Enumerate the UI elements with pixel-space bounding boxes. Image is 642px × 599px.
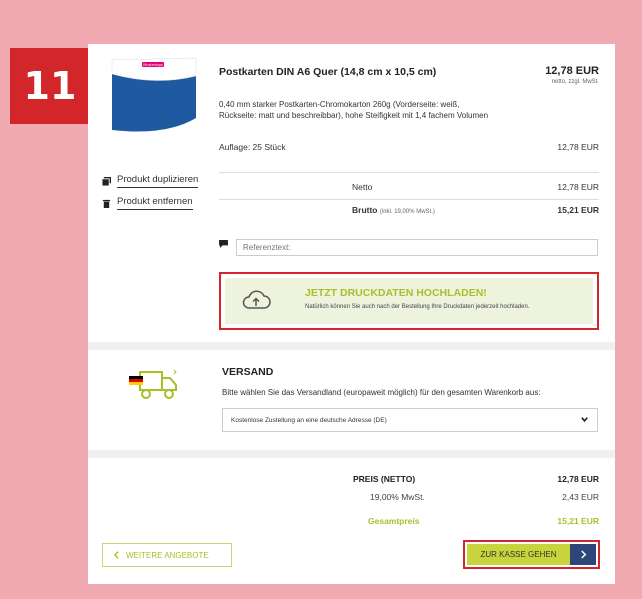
copy-icon: [102, 176, 111, 186]
total-value: 15,21 EUR: [557, 516, 599, 526]
netto-value: 12,78 EUR: [557, 182, 599, 192]
tax-label: 19,00% MwSt.: [370, 492, 425, 502]
checkout-button-highlight[interactable]: ZUR KASSE GEHEN: [463, 540, 600, 569]
total-label: Gesamtpreis: [368, 516, 420, 526]
product-price: 12,78 EUR: [545, 65, 599, 77]
cloud-upload-icon: [242, 290, 271, 309]
reference-text-input[interactable]: [236, 239, 598, 256]
divider: [219, 172, 599, 173]
net-price-label: PREIS (NETTO): [353, 474, 416, 484]
product-thumbnail: Musterlogo: [111, 57, 197, 132]
product-price-note: netto, zzgl. MwSt.: [551, 79, 599, 85]
product-section: Musterlogo Produkt duplizieren Produkt e…: [88, 44, 615, 342]
net-price-value: 12,78 EUR: [557, 474, 599, 484]
quantity-label: Auflage: 25 Stück: [219, 142, 286, 152]
shipping-section: VERSAND Bitte wählen Sie das Versandland…: [88, 350, 615, 450]
duplicate-product-link[interactable]: Produkt duplizieren: [102, 174, 199, 188]
remove-product-link[interactable]: Produkt entfernen: [102, 196, 193, 210]
shipping-country-select[interactable]: Kostenlose Zustellung an eine deutsche A…: [222, 408, 598, 432]
duplicate-product-label: Produkt duplizieren: [117, 174, 199, 188]
netto-label: Netto: [352, 182, 373, 192]
divider: [219, 199, 599, 200]
delivery-truck-icon: [129, 369, 177, 399]
trash-icon: [102, 199, 111, 208]
product-title: Postkarten DIN A6 Quer (14,8 cm x 10,5 c…: [219, 66, 437, 78]
thumbnail-logo-text: Musterlogo: [143, 63, 163, 67]
chevron-right-icon: [580, 550, 586, 559]
brutto-label: Brutto: [352, 205, 378, 215]
brutto-note: (inkl. 19,00% MwSt.): [379, 209, 435, 215]
shipping-selected-option: Kostenlose Zustellung an eine deutsche A…: [231, 417, 387, 424]
upload-title: JETZT DRUCKDATEN HOCHLADEN!: [305, 287, 487, 299]
shipping-description: Bitte wählen Sie das Versandland (europa…: [222, 388, 541, 397]
more-offers-label: WEITERE ANGEBOTE: [126, 550, 209, 560]
quantity-price: 12,78 EUR: [557, 142, 599, 152]
more-offers-button[interactable]: WEITERE ANGEBOTE: [102, 543, 232, 567]
upload-subtitle: Natürlich können Sie auch nach der Beste…: [305, 304, 530, 310]
brutto-row: Brutto (inkl. 19,00% MwSt.): [352, 205, 435, 215]
chevron-down-icon: [581, 417, 588, 423]
tax-value: 2,43 EUR: [562, 492, 599, 502]
checkout-arrow[interactable]: [570, 544, 596, 565]
comment-icon: [219, 240, 228, 248]
upload-print-data-box[interactable]: JETZT DRUCKDATEN HOCHLADEN! Natürlich kö…: [219, 272, 599, 330]
cart-card: Musterlogo Produkt duplizieren Produkt e…: [88, 44, 615, 584]
checkout-button[interactable]: ZUR KASSE GEHEN: [467, 544, 570, 565]
chevron-left-icon: [113, 551, 119, 559]
brutto-value: 15,21 EUR: [557, 205, 599, 215]
shipping-title: VERSAND: [222, 366, 274, 378]
remove-product-label: Produkt entfernen: [117, 196, 193, 210]
section-separator: [88, 342, 615, 350]
upload-banner[interactable]: JETZT DRUCKDATEN HOCHLADEN! Natürlich kö…: [225, 278, 593, 324]
product-description: 0,40 mm starker Postkarten-Chromokarton …: [219, 100, 489, 120]
step-number-badge: 11: [10, 48, 90, 124]
section-separator: [88, 450, 615, 458]
